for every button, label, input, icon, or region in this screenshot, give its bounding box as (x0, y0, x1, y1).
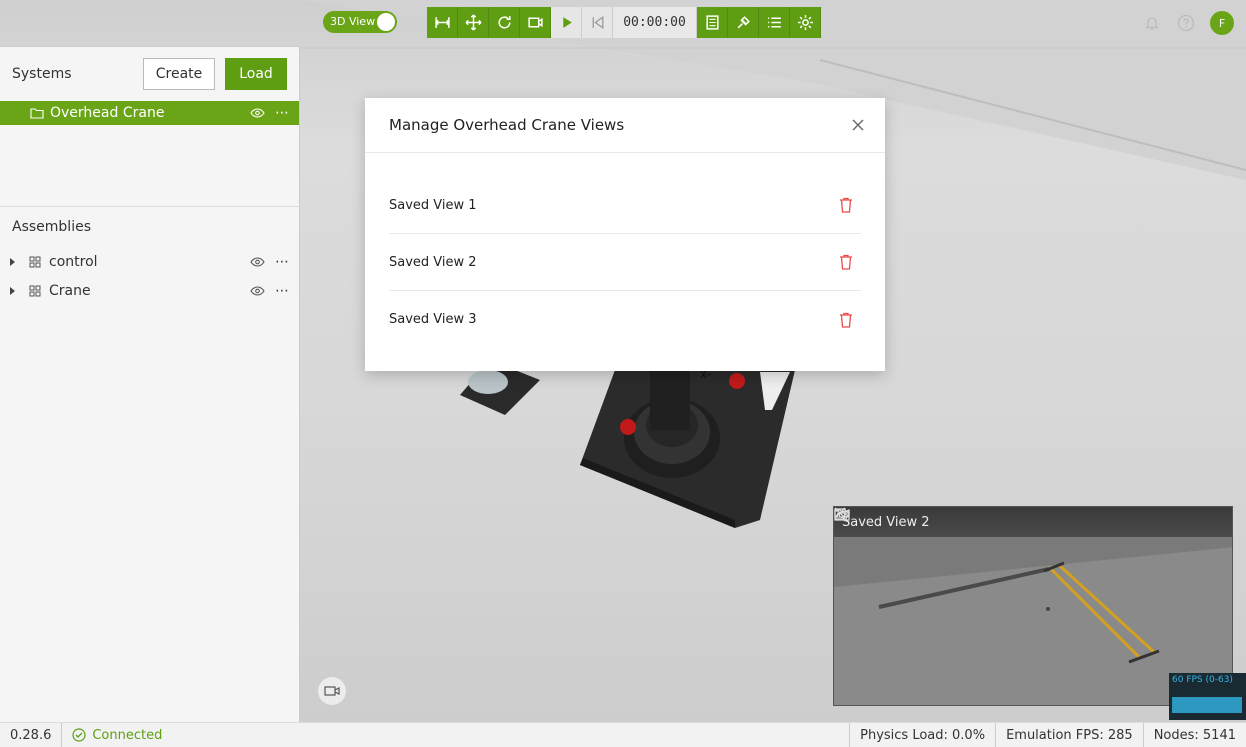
move-button[interactable] (458, 7, 489, 38)
trash-icon[interactable] (839, 197, 853, 213)
check-circle-icon (72, 728, 86, 742)
move-icon (465, 14, 481, 31)
status-metrics: Physics Load: 0.0% Emulation FPS: 285 No… (849, 722, 1246, 747)
simulation-timer: 00:00:00 (613, 7, 697, 38)
saved-view-row[interactable]: Saved View 1 (389, 177, 861, 234)
connection-status: Connected (62, 728, 162, 743)
3d-view-toggle-label: 3D View (330, 15, 376, 28)
measure-icon (434, 17, 450, 28)
list-icon (767, 17, 781, 28)
link-button[interactable] (728, 7, 759, 38)
help-icon (1177, 14, 1195, 32)
saved-view-label: Saved View 2 (389, 254, 477, 270)
user-avatar[interactable]: F (1210, 11, 1234, 35)
trash-icon[interactable] (839, 254, 853, 270)
camera-view-button[interactable] (520, 7, 551, 38)
camera-view-icon (527, 17, 543, 28)
close-icon[interactable] (834, 507, 846, 519)
play-button[interactable] (551, 7, 582, 38)
eye-icon[interactable] (250, 256, 265, 267)
camera-record-button[interactable] (318, 677, 346, 705)
help-button[interactable] (1176, 13, 1196, 33)
status-bar: 0.28.6 Connected Physics Load: 0.0% Emul… (0, 722, 1246, 747)
saved-view-label: Saved View 3 (389, 312, 477, 327)
assemblies-title: Assemblies (12, 219, 91, 235)
assembly-row-actions: ⋯ (250, 254, 289, 270)
system-item-overhead-crane[interactable]: Overhead Crane ⋯ (0, 101, 299, 125)
more-options-icon[interactable]: ⋯ (275, 283, 289, 299)
manage-views-dialog: Manage Overhead Crane Views Saved View 1… (365, 98, 885, 371)
trash-icon[interactable] (839, 312, 853, 328)
notifications-button[interactable] (1142, 13, 1162, 33)
views-list: Saved View 1 Saved View 2 Saved View 3 (365, 153, 885, 348)
emulation-fps: Emulation FPS: 285 (995, 722, 1143, 747)
saved-view-row[interactable]: Saved View 3 (389, 291, 861, 348)
skip-back-button[interactable] (582, 7, 613, 38)
assembly-item-label: Crane (49, 282, 91, 299)
assembly-row-actions: ⋯ (250, 283, 289, 299)
settings-icon (797, 15, 813, 30)
saved-view-label: Saved View 1 (389, 197, 477, 213)
nodes-count: Nodes: 5141 (1142, 722, 1246, 747)
physics-load: Physics Load: 0.0% (849, 722, 995, 747)
dialog-title: Manage Overhead Crane Views (389, 116, 625, 134)
list-button[interactable] (759, 7, 790, 38)
systems-list-space (0, 125, 299, 207)
fps-label: 60 FPS (0-63) (1172, 675, 1233, 685)
panel-icon (705, 15, 719, 30)
dialog-header: Manage Overhead Crane Views (365, 98, 885, 153)
expand-caret-icon[interactable] (10, 286, 15, 295)
assembly-item-label: control (49, 253, 98, 270)
main-toolbar: 00:00:00 (427, 7, 821, 38)
connection-label: Connected (92, 727, 163, 743)
close-icon[interactable] (851, 118, 865, 132)
systems-header: Systems Create Load (0, 47, 299, 101)
skip-back-icon (592, 15, 603, 30)
version-label: 0.28.6 (0, 722, 63, 747)
rotate-button[interactable] (489, 7, 520, 38)
system-row-actions: ⋯ (250, 105, 289, 121)
settings-button[interactable] (790, 7, 821, 38)
video-camera-icon (324, 686, 340, 696)
more-options-icon[interactable]: ⋯ (275, 254, 289, 270)
header-actions: F (1142, 11, 1234, 35)
expand-caret-icon[interactable] (10, 257, 15, 266)
panel-button[interactable] (697, 7, 728, 38)
rotate-icon (497, 16, 511, 29)
create-button[interactable]: Create (143, 58, 215, 90)
fps-meter: 60 FPS (0-63) (1169, 673, 1246, 720)
link-icon (737, 16, 750, 29)
grid-icon (29, 256, 41, 267)
assembly-item-crane[interactable]: Crane ⋯ (0, 276, 299, 305)
more-options-icon[interactable]: ⋯ (275, 105, 289, 121)
grid-icon (29, 285, 41, 296)
assembly-item-control[interactable]: control ⋯ (0, 247, 299, 276)
folder-icon (30, 108, 44, 119)
play-icon (562, 17, 572, 28)
preview-header: Saved View 2 (834, 507, 1232, 537)
systems-title: Systems (12, 66, 72, 82)
toggle-knob (377, 13, 395, 31)
measure-button[interactable] (427, 7, 458, 38)
3d-view-toggle[interactable]: 3D View (323, 11, 397, 33)
preview-title: Saved View 2 (842, 514, 930, 530)
left-panel: Systems Create Load Overhead Crane ⋯ Ass… (0, 46, 300, 722)
saved-view-row[interactable]: Saved View 2 (389, 234, 861, 291)
bell-icon (1144, 17, 1160, 30)
eye-icon[interactable] (250, 108, 265, 118)
system-item-label: Overhead Crane (50, 105, 165, 121)
eye-icon[interactable] (250, 285, 265, 296)
fps-graph (1172, 693, 1242, 713)
load-button[interactable]: Load (225, 58, 287, 90)
